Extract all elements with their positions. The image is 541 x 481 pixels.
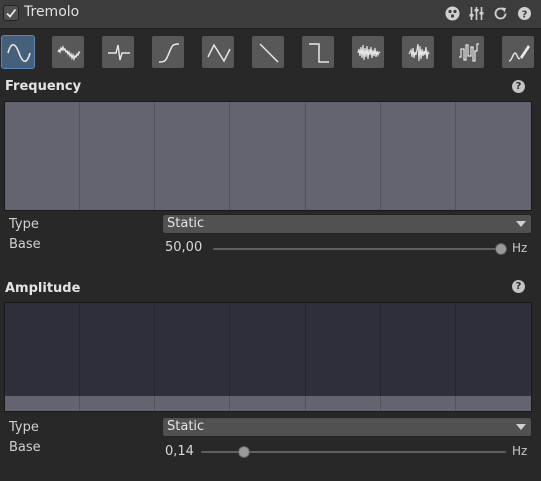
frequency-slider-track[interactable] [213, 248, 501, 250]
amplitude-graph-fill [5, 396, 531, 411]
frequency-graph-fill [5, 102, 531, 210]
preset-noise-sine-wave-button[interactable] [51, 35, 85, 69]
sawtooth-wave-icon [259, 43, 279, 63]
noise-wave-icon [357, 44, 381, 61]
frequency-unit: Hz [512, 241, 528, 255]
frequency-base-label: Base [9, 237, 41, 252]
preset-sawtooth-wave-button[interactable] [251, 35, 285, 69]
reset-icon[interactable] [492, 5, 509, 22]
frequency-type-dropdown[interactable]: Static [162, 214, 532, 234]
step-noise-wave-icon [459, 43, 479, 62]
sine-wave-icon [7, 43, 31, 63]
preset-triangle-wave-button[interactable] [201, 35, 235, 69]
chevron-down-icon [516, 424, 526, 430]
checkmark-icon [6, 8, 17, 18]
custom-curve-pen-icon [508, 45, 530, 62]
enabled-checkbox[interactable] [3, 5, 19, 21]
svg-text:?: ? [522, 9, 528, 20]
preset-noise-wave-button[interactable] [351, 35, 385, 69]
preset-square-wave-button[interactable] [301, 35, 335, 69]
effect-header: Tremolo ? [0, 0, 541, 29]
effect-title: Tremolo [24, 4, 80, 20]
noise-sine-wave-icon [57, 44, 81, 62]
frequency-graph[interactable] [4, 101, 532, 211]
amplitude-help-icon[interactable]: ? [512, 280, 525, 293]
chevron-down-icon [516, 221, 526, 227]
square-wave-icon [309, 43, 329, 63]
amplitude-unit: Hz [512, 444, 528, 458]
settings-sliders-icon[interactable] [468, 5, 485, 22]
amplitude-type-dropdown[interactable]: Static [162, 417, 532, 437]
frequency-slider-thumb[interactable] [495, 243, 507, 255]
spike-wave-icon [108, 44, 130, 61]
burst-noise-wave-icon [408, 43, 430, 62]
frequency-section-title: Frequency [5, 79, 82, 94]
amplitude-base-label: Base [9, 440, 41, 455]
triangle-wave-icon [207, 43, 231, 63]
preset-sine-wave-button[interactable] [1, 35, 35, 69]
preset-s-curve-wave-button[interactable] [151, 35, 185, 69]
s-curve-wave-icon [158, 43, 180, 63]
amplitude-graph[interactable] [4, 302, 532, 412]
frequency-help-icon[interactable]: ? [512, 80, 525, 93]
amplitude-type-value: Static [167, 419, 205, 434]
preset-spike-wave-button[interactable] [101, 35, 135, 69]
amplitude-section-title: Amplitude [5, 281, 81, 296]
preset-burst-noise-wave-button[interactable] [401, 35, 435, 69]
preset-custom-curve-wave-button[interactable] [501, 35, 535, 69]
amplitude-type-label: Type [9, 420, 39, 435]
amplitude-slider-thumb[interactable] [238, 446, 250, 458]
amplitude-base-value[interactable]: 0,14 [165, 444, 194, 459]
frequency-base-value[interactable]: 50,00 [165, 240, 202, 255]
preset-step-noise-wave-button[interactable] [451, 35, 485, 69]
help-icon[interactable]: ? [516, 5, 533, 22]
frequency-type-label: Type [9, 217, 39, 232]
preset-icon[interactable] [444, 5, 461, 22]
frequency-type-value: Static [167, 216, 205, 231]
